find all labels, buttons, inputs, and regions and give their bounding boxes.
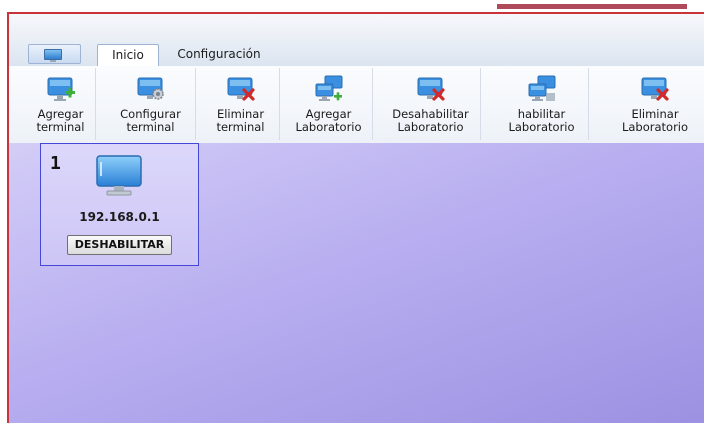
- window-top-strip: [9, 14, 704, 43]
- monitor-delete-icon: [227, 77, 255, 101]
- network-computers-add-icon: [315, 75, 342, 101]
- ribbon-toolbar: Agregar terminal Configurar terminal Eli…: [9, 66, 704, 144]
- terminal-card[interactable]: 1 192.168.0.1 DESHABILITAR: [40, 143, 199, 266]
- monitor-add-icon: [47, 77, 75, 101]
- configure-terminal-label: Configurar terminal: [120, 107, 181, 134]
- add-terminal-label: Agregar terminal: [36, 107, 85, 134]
- app-window: Inicio Configuración Agregar terminal Co…: [7, 12, 704, 423]
- monitor-icon: [44, 49, 62, 60]
- delete-terminal-button[interactable]: Eliminar terminal: [202, 68, 280, 140]
- terminals-area: 1 192.168.0.1 DESHABILITAR: [9, 143, 704, 423]
- enable-laboratory-button[interactable]: habilitar Laboratorio: [495, 68, 589, 140]
- terminal-number: 1: [50, 153, 61, 174]
- delete-laboratory-button[interactable]: Eliminar Laboratorio: [610, 68, 700, 140]
- monitor-delete-icon: [641, 77, 669, 101]
- delete-terminal-label: Eliminar terminal: [216, 107, 265, 134]
- add-laboratory-button[interactable]: Agregar Laboratorio: [285, 68, 373, 140]
- add-terminal-button[interactable]: Agregar terminal: [26, 68, 96, 140]
- add-laboratory-label: Agregar Laboratorio: [295, 107, 362, 134]
- ribbon-tab-row: Inicio Configuración: [9, 42, 704, 67]
- monitor-gear-icon: [137, 77, 164, 100]
- monitor-disable-icon: [417, 77, 445, 101]
- monitor-icon: [96, 155, 142, 196]
- configure-terminal-button[interactable]: Configurar terminal: [106, 68, 196, 140]
- network-computers-icon: [528, 75, 555, 101]
- disable-terminal-button[interactable]: DESHABILITAR: [67, 235, 172, 255]
- tab-configuracion[interactable]: Configuración: [169, 44, 269, 66]
- application-menu-button[interactable]: [28, 44, 81, 64]
- disable-laboratory-button[interactable]: Desahabilitar Laboratorio: [381, 68, 481, 140]
- terminal-ip-address: 192.168.0.1: [79, 210, 160, 224]
- enable-laboratory-label: habilitar Laboratorio: [508, 107, 575, 134]
- delete-laboratory-label: Eliminar Laboratorio: [621, 107, 689, 134]
- title-bar-accent: [497, 4, 687, 9]
- disable-laboratory-label: Desahabilitar Laboratorio: [392, 107, 469, 134]
- tab-inicio[interactable]: Inicio: [97, 44, 159, 66]
